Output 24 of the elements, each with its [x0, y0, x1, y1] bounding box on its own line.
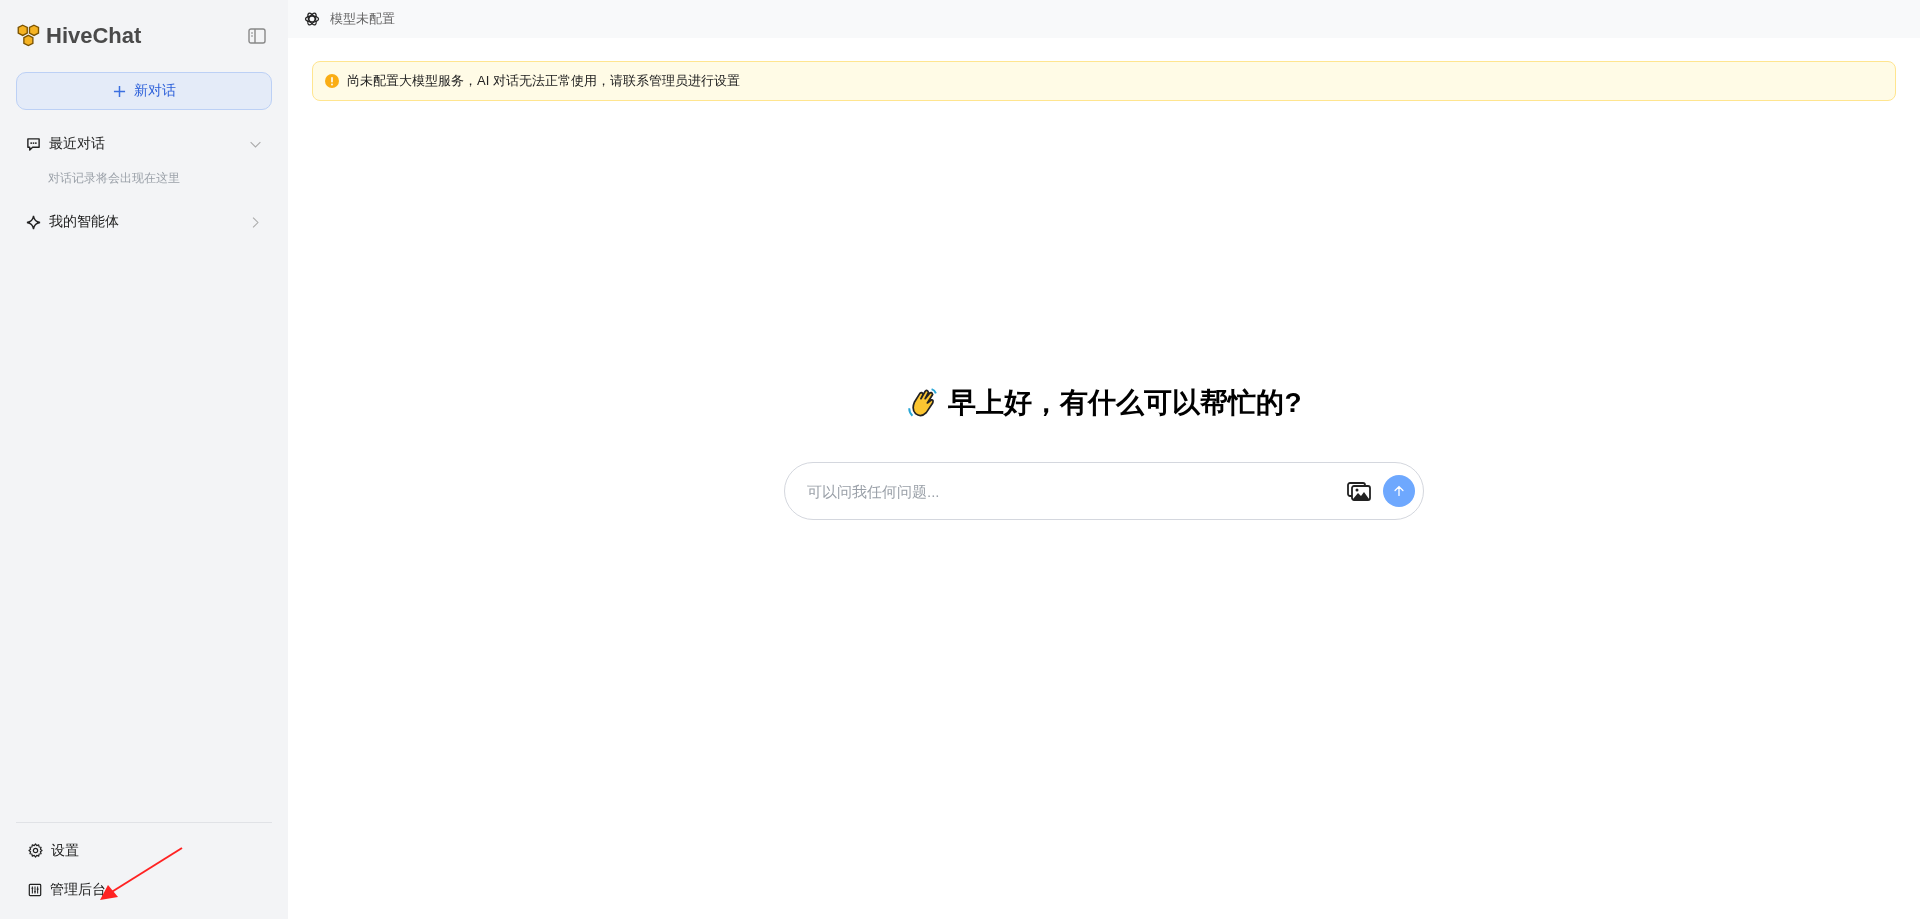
sidebar-toggle-icon[interactable] — [248, 28, 266, 44]
sidebar-link[interactable]: 设置 — [16, 831, 272, 870]
model-logo-icon — [304, 11, 320, 27]
send-button[interactable] — [1383, 475, 1415, 507]
message-composer[interactable]: 可以问我任何问题... — [784, 462, 1424, 520]
waving-hand-icon — [906, 387, 939, 419]
app-name: HiveChat — [46, 23, 142, 49]
model-selector[interactable]: 模型未配置 — [304, 10, 395, 28]
plus-icon — [112, 84, 126, 98]
arrow-up-icon — [1392, 484, 1406, 498]
sparkle-icon — [26, 214, 41, 230]
nav-item[interactable]: 最近对话 — [16, 122, 272, 166]
new-chat-button[interactable]: 新对话 — [16, 72, 272, 110]
empty-history-text: 对话记录将会出现在这里 — [47, 170, 181, 187]
image-upload-icon[interactable] — [1347, 481, 1371, 501]
nav-item[interactable]: 我的智能体 — [16, 200, 272, 244]
alert-message: 尚未配置大模型服务，AI 对话无法正常使用，请联系管理员进行设置 — [347, 72, 740, 90]
sliders-icon — [28, 882, 42, 897]
sidebar-link[interactable]: 管理后台 — [16, 870, 272, 909]
gear-icon — [28, 843, 43, 858]
message-input[interactable]: 可以问我任何问题... — [805, 481, 1335, 501]
warning-icon — [325, 74, 339, 88]
chat-bubble-icon — [26, 136, 41, 152]
greeting-heading: 早上好，有什么可以帮忙的? — [948, 386, 1302, 420]
